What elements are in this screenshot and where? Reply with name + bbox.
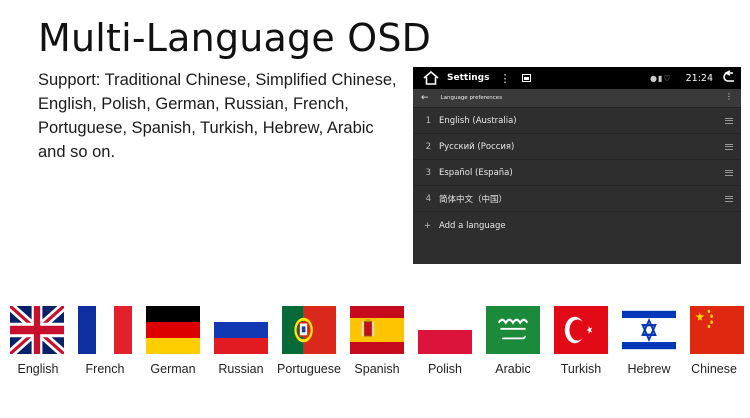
language-row[interactable]: 1 English (Australia) (413, 108, 741, 134)
portugal-flag-icon (282, 306, 336, 354)
overflow-menu-icon[interactable]: ⋮ (725, 92, 733, 101)
image-icon[interactable] (522, 74, 532, 82)
headline: Multi-Language OSD (38, 16, 432, 60)
language-name: Español (España) (439, 167, 513, 178)
language-row[interactable]: 3 Español (España) (413, 160, 741, 186)
turkey-flag-icon (554, 306, 608, 354)
back-arrow-icon[interactable]: ← (421, 93, 429, 103)
israel-flag-icon (622, 306, 676, 354)
more-vert-icon[interactable]: ⋮ (499, 73, 510, 84)
device-screen: Settings ⋮ ●▮♡ 21:24 ← Language preferen… (413, 67, 741, 264)
language-name: 简体中文（中国） (439, 194, 508, 205)
support-text: Support: Traditional Chinese, Simplified… (38, 71, 397, 161)
saudi-arabia-flag-icon (486, 306, 540, 354)
china-flag-icon (690, 306, 744, 354)
language-number: 1 (425, 115, 431, 126)
germany-flag-icon (146, 306, 200, 354)
app-bar-title: Language preferences (440, 95, 503, 101)
language-row[interactable]: 4 简体中文（中国） (413, 186, 741, 212)
drag-handle-icon[interactable] (725, 143, 733, 150)
spain-flag-icon (350, 306, 404, 354)
drag-handle-icon[interactable] (725, 169, 733, 176)
status-bar-title: Settings (447, 73, 490, 83)
add-language-label: Add a language (439, 220, 506, 231)
language-number: 3 (425, 167, 431, 178)
drag-handle-icon[interactable] (725, 195, 733, 202)
plus-icon: + (423, 220, 431, 231)
russia-flag-icon (214, 306, 268, 354)
status-bar: Settings ⋮ ●▮♡ 21:24 (413, 67, 741, 89)
france-flag-icon (78, 306, 132, 354)
language-number: 4 (425, 193, 431, 204)
status-time: 21:24 (685, 72, 713, 84)
home-icon[interactable] (423, 71, 439, 85)
language-name: Русский (Россия) (439, 141, 515, 152)
back-icon[interactable] (719, 67, 741, 89)
add-language-button[interactable]: + Add a language (413, 212, 741, 239)
status-icons: ●▮♡ (650, 73, 672, 83)
uk-flag-icon (10, 306, 64, 354)
language-row[interactable]: 2 Русский (Россия) (413, 134, 741, 160)
flag-label: Chinese (691, 362, 737, 376)
app-bar: ← Language preferences ⋮ (413, 89, 741, 108)
drag-handle-icon[interactable] (725, 117, 733, 124)
language-number: 2 (425, 141, 431, 152)
language-name: English (Australia) (439, 115, 517, 126)
poland-flag-icon (418, 306, 472, 354)
